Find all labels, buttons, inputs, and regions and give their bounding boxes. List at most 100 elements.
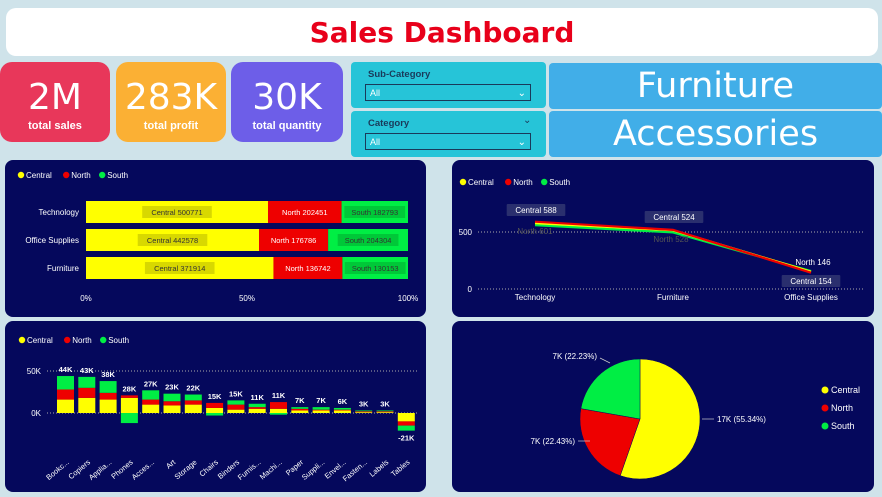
kpi-label: total sales	[28, 120, 82, 132]
legend-marker	[541, 178, 548, 186]
column-segment	[184, 394, 202, 401]
column-segment	[312, 407, 330, 410]
legend-marker	[64, 336, 71, 344]
kpi-label: total quantity	[252, 120, 322, 132]
legend-label: North	[71, 171, 91, 180]
total-label: 3K	[359, 399, 369, 408]
top-subcategory-card: Accessories	[549, 111, 882, 157]
kpi-card-total-quantity: 30K total quantity	[231, 62, 343, 142]
chevron-down-icon[interactable]: ⌄	[518, 134, 526, 151]
column-segment	[78, 387, 96, 398]
x-tick-label: Applia...	[87, 458, 114, 482]
kpi-value: 30K	[252, 77, 322, 118]
column-segment	[120, 395, 138, 398]
x-tick-label: 0%	[80, 294, 92, 303]
column-segment	[397, 421, 415, 426]
legend-marker	[459, 178, 467, 186]
region-pie-panel: 17K (55.34%) 7K (22.43%) 7K (22.23%) Centra…	[452, 321, 874, 492]
data-label: 7K (22.23%)	[553, 352, 598, 361]
total-label: 44K	[59, 365, 73, 374]
subcategory-dropdown[interactable]: All ⌄	[365, 84, 531, 101]
subcategory-column-panel: Central North South 50K 0K 44K Bookc... 43K Copi…	[5, 321, 426, 492]
x-tick-label: 50%	[239, 294, 255, 303]
column-segment	[206, 413, 224, 416]
column-segment	[78, 397, 96, 413]
kpi-label: total profit	[143, 120, 199, 132]
column-segment	[184, 404, 202, 413]
total-label: -21K	[398, 434, 415, 443]
slicer-title: Sub-Category	[368, 69, 431, 80]
data-label: South 130153	[352, 264, 399, 273]
column-segment	[99, 381, 117, 393]
y-tick-label: 0K	[31, 409, 41, 418]
data-label: North 146	[795, 258, 831, 267]
legend-label: Central	[26, 171, 52, 180]
data-label: North 136742	[285, 264, 330, 273]
data-label: 7K (22.43%)	[531, 437, 576, 446]
line-chart: Central North South 500 0 Technology Furniture…	[459, 178, 864, 302]
data-label: North 202451	[282, 208, 327, 217]
total-label: 15K	[208, 392, 222, 401]
chevron-down-icon[interactable]: ⌄	[523, 115, 531, 126]
data-label: Central 442578	[147, 236, 198, 245]
total-label: 6K	[338, 397, 348, 406]
data-label: North 528	[653, 235, 689, 244]
chevron-down-icon[interactable]: ⌄	[518, 85, 526, 102]
total-label: 15K	[229, 389, 243, 398]
legend-marker	[821, 422, 829, 430]
x-tick-label: Storage	[173, 458, 199, 482]
category-label: Technology	[39, 208, 79, 217]
data-label: South 182793	[351, 208, 398, 217]
kpi-card-total-profit: 283K total profit	[116, 62, 226, 142]
total-label: 27K	[144, 379, 158, 388]
category-label: Office Supplies	[25, 236, 79, 245]
legend-label: North	[72, 336, 92, 345]
column-segment	[99, 392, 117, 400]
legend-marker	[821, 386, 829, 394]
dashboard-title-bar: Sales Dashboard	[6, 8, 878, 56]
legend-label: South	[108, 336, 129, 345]
x-tick-label: Furniture	[657, 293, 690, 302]
column-chart: Central North South50K0K44KBookc...43KCopi…	[18, 336, 417, 483]
pie-slice	[580, 358, 641, 420]
legend-marker	[99, 171, 106, 179]
column-segment	[376, 410, 394, 412]
column-segment	[163, 405, 181, 413]
subcategory-slicer: Sub-Category All ⌄	[351, 62, 546, 108]
legend-marker	[100, 336, 107, 344]
column-segment	[270, 413, 287, 415]
column-segment	[206, 402, 224, 408]
column-segment	[355, 412, 373, 413]
column-segment	[227, 409, 245, 413]
column-segment	[333, 410, 351, 413]
data-label: Central 500771	[151, 208, 202, 217]
column-segment	[163, 401, 181, 406]
series-line	[534, 220, 812, 274]
column-segment	[397, 425, 415, 431]
top-furniture-card: Furniture	[549, 63, 882, 109]
legend-label: South	[831, 421, 855, 431]
column-segment	[57, 399, 74, 413]
card-value: Furniture	[636, 66, 795, 106]
x-tick-label: Acces...	[130, 458, 156, 482]
total-label: 11K	[251, 393, 265, 402]
x-tick-label: Technology	[515, 293, 555, 302]
column-segment	[397, 413, 415, 422]
column-segment	[291, 407, 309, 409]
stacked-bar-chart: Central North South Technology Central 50077…	[17, 171, 418, 303]
category-dropdown[interactable]: All ⌄	[365, 133, 531, 150]
total-label: 7K	[295, 396, 305, 405]
total-label: 38K	[101, 370, 115, 379]
column-segment	[291, 410, 309, 413]
legend-marker	[18, 336, 26, 344]
column-segment	[120, 413, 138, 424]
x-tick-label: Suppli...	[300, 458, 327, 482]
total-label: 43K	[80, 366, 94, 375]
x-tick-label: 100%	[398, 294, 418, 303]
total-label: 28K	[123, 384, 137, 393]
column-segment	[376, 411, 394, 413]
x-tick-label: Tables	[389, 457, 412, 478]
dropdown-value: All	[370, 137, 381, 147]
legend-label: Central	[468, 178, 494, 187]
x-tick-label: Bookc...	[44, 458, 71, 482]
